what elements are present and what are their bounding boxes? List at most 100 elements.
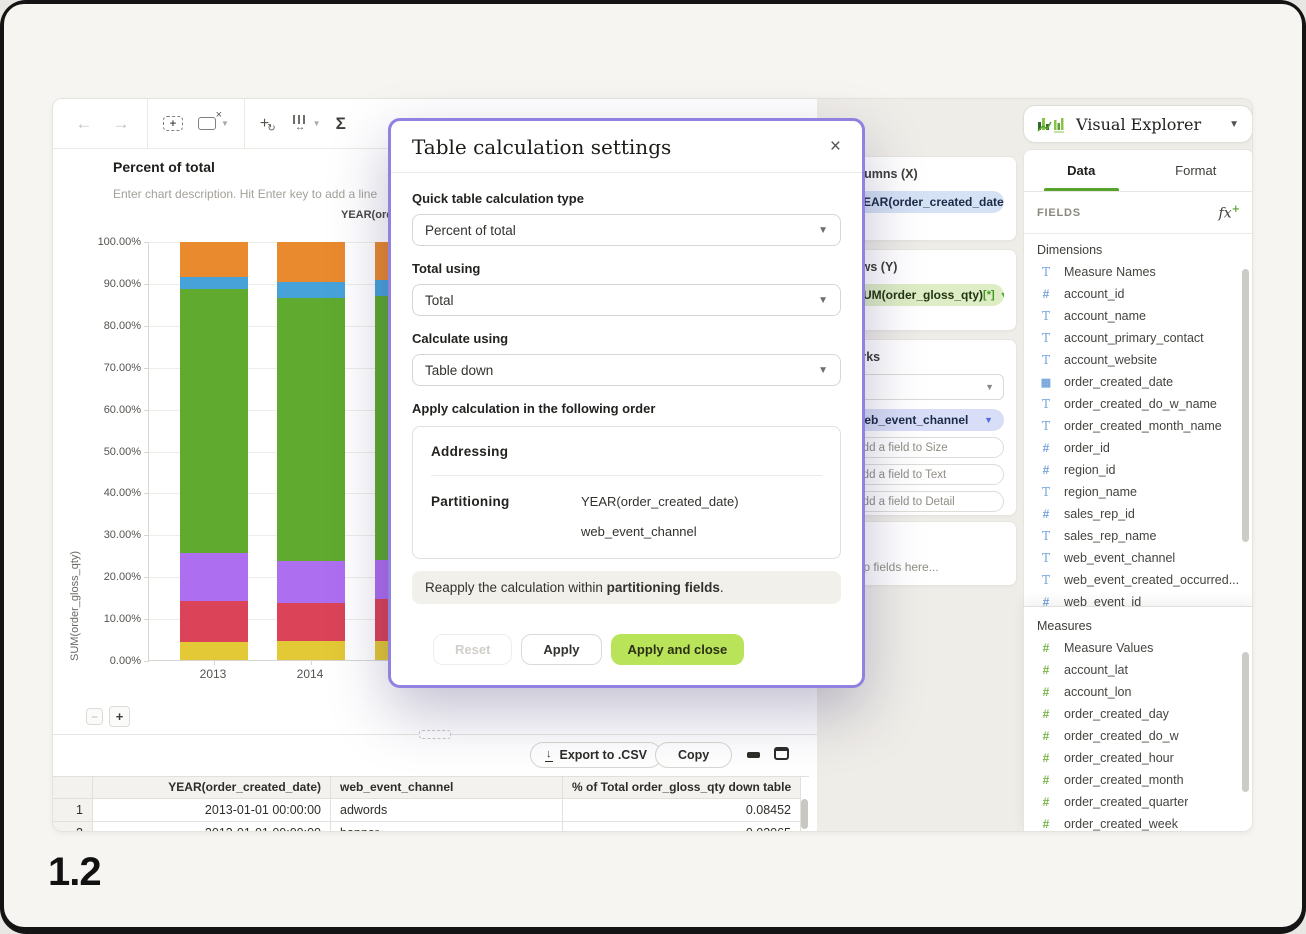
tab-data[interactable]: Data [1024,150,1139,191]
maximize-table-icon[interactable] [774,747,789,760]
field-item[interactable]: Tregion_name [1024,481,1253,503]
field-item[interactable]: #Measure Values [1024,637,1253,659]
x-tick-mark [311,660,312,665]
chevron-down-icon: ▼ [313,119,321,128]
duplicate-viz-glyph [163,116,183,131]
mark-placeholder-input[interactable]: Add a field to Detail [844,491,1004,512]
minimize-table-icon[interactable] [747,752,760,758]
field-item[interactable]: Tsales_rep_name [1024,525,1253,547]
measures-scrollbar[interactable] [1242,652,1249,792]
drop-fields-label: Drop fields here... [844,560,1004,574]
field-item[interactable]: Torder_created_do_w_name [1024,393,1253,415]
selected-value: Percent of total [425,223,516,238]
chevron-down-icon: ▼ [818,295,828,306]
segment-green[interactable] [180,289,248,553]
field-item[interactable]: #order_created_quarter [1024,791,1253,813]
tab-format[interactable]: Format [1139,150,1254,191]
dimensions-scrollbar[interactable] [1242,269,1249,542]
export-csv-button[interactable]: ↓ Export to .CSV [530,742,662,768]
chevron-down-icon: ▼ [984,415,993,425]
field-item[interactable]: Taccount_website [1024,349,1253,371]
apply-button[interactable]: Apply [521,634,601,665]
close-icon[interactable]: × [830,136,841,158]
chart-title[interactable]: Percent of total [113,159,215,175]
segment-blue[interactable] [277,282,345,299]
table-scrollbar[interactable] [801,799,808,829]
field-item[interactable]: #account_lat [1024,659,1253,681]
bar-width-icon[interactable]: ↔▼ [293,109,321,139]
segment-orange[interactable] [180,242,248,277]
field-item[interactable]: #order_created_month [1024,769,1253,791]
reset-button[interactable]: Reset [433,634,512,665]
segment-yellow[interactable] [180,642,248,660]
field-item[interactable]: Torder_created_month_name [1024,415,1253,437]
field-item[interactable]: #order_id [1024,437,1253,459]
columns-pill[interactable]: YEAR(order_created_date) ▼ [844,191,1004,213]
field-item[interactable]: TMeasure Names [1024,261,1253,283]
chevron-down-icon: ▼ [221,119,229,128]
zoom-out-button[interactable]: − [86,708,103,725]
apply-and-close-button[interactable]: Apply and close [611,634,745,665]
swap-axes-icon[interactable] [260,109,278,139]
text-type-icon: T [1039,485,1053,499]
table-cell: 2013-01-01 00:00:00 [93,822,331,832]
segment-purple[interactable] [180,553,248,601]
zoom-in-button[interactable]: + [109,706,130,727]
modal-select-total-using[interactable]: Total▼ [412,284,841,316]
field-item[interactable]: Tweb_event_channel [1024,547,1253,569]
partitioning-value: web_event_channel [581,524,739,539]
add-formula-icon[interactable]: fx+ [1219,204,1240,222]
table-row: 12013-01-01 00:00:00adwords0.08452 [53,799,809,822]
segment-orange[interactable] [277,242,345,282]
back-arrow-icon[interactable]: ← [73,109,95,139]
column-header: % of Total order_gloss_qty down table [563,777,801,799]
mark-type-select[interactable]: ▼ [844,374,1004,400]
forward-arrow-icon[interactable]: → [110,109,132,139]
download-icon: ↓ [545,749,553,762]
field-item[interactable]: ▦order_created_date [1024,371,1253,393]
y-tick-mark [144,242,149,243]
x-tick-label: 2013 [179,667,247,681]
segment-green[interactable] [277,298,345,560]
field-item[interactable]: Taccount_primary_contact [1024,327,1253,349]
segment-red[interactable] [277,603,345,641]
mark-placeholder-input[interactable]: Add a field to Size [844,437,1004,458]
field-item[interactable]: #order_created_day [1024,703,1253,725]
field-item[interactable]: #account_lon [1024,681,1253,703]
field-item[interactable]: #order_created_hour [1024,747,1253,769]
segment-red[interactable] [180,601,248,642]
mark-placeholder-input[interactable]: Add a field to Text [844,464,1004,485]
segment-blue[interactable] [180,277,248,290]
addressing-label: Addressing [431,444,822,459]
text-type-icon: T [1039,397,1053,411]
visual-explorer-switcher[interactable]: Visual Explorer ▼ [1023,105,1253,143]
measures-list: #Measure Values#account_lat#account_lon#… [1024,637,1253,832]
splitter-drag-handle[interactable] [419,730,451,739]
y-tick-label: 70.00% [71,362,141,374]
field-item[interactable]: #account_id [1024,283,1253,305]
field-item[interactable]: Taccount_name [1024,305,1253,327]
y-tick-label: 50.00% [71,446,141,458]
segment-purple[interactable] [277,561,345,603]
field-label: Measure Values [1064,641,1153,655]
clear-viz-icon[interactable]: ▼ [198,109,229,139]
field-item[interactable]: #region_id [1024,459,1253,481]
selected-value: Table down [425,363,493,378]
field-item[interactable]: #sales_rep_id [1024,503,1253,525]
rows-pill[interactable]: SUM(order_gloss_qty) [*] ▼ [844,284,1004,306]
divider [431,475,822,476]
modal-select-calculate-using[interactable]: Table down▼ [412,354,841,386]
sigma-icon[interactable]: Σ [336,109,346,139]
duplicate-viz-icon[interactable] [163,109,183,139]
field-item[interactable]: Tweb_event_created_occurred... [1024,569,1253,591]
field-label: account_primary_contact [1064,331,1204,345]
segment-yellow[interactable] [277,641,345,660]
reapply-note: Reapply the calculation within partition… [412,571,841,604]
field-item[interactable]: #order_created_week [1024,813,1253,832]
chart-description-placeholder[interactable]: Enter chart description. Hit Enter key t… [113,187,377,201]
modal-select-quick-table-calculation-type[interactable]: Percent of total▼ [412,214,841,246]
y-tick-label: 10.00% [71,613,141,625]
field-item[interactable]: #order_created_do_w [1024,725,1253,747]
color-pill[interactable]: web_event_channel ▼ [844,409,1004,431]
copy-button[interactable]: Copy [655,742,732,768]
